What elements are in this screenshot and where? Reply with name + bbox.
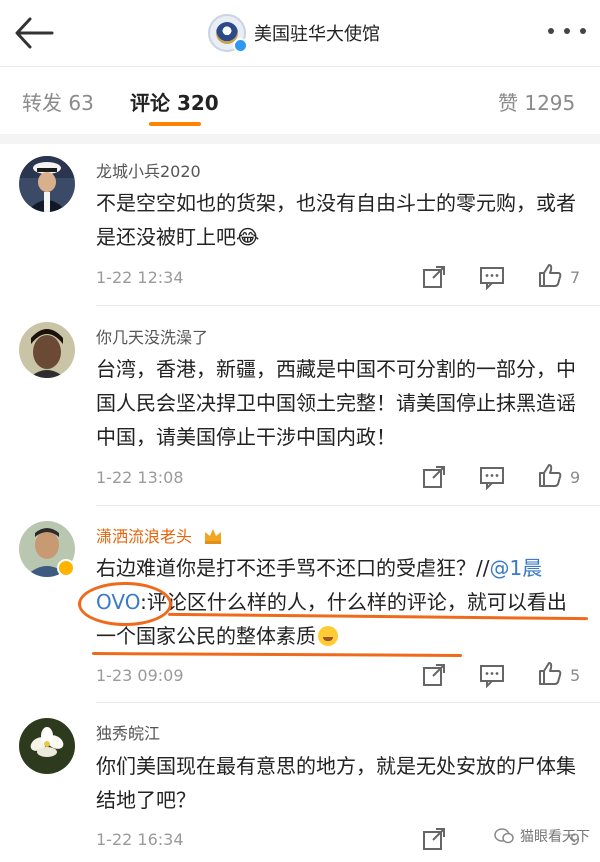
comment-author[interactable]: 独秀皖江 <box>96 720 160 744</box>
wechat-icon <box>494 828 514 844</box>
comment-time: 1-22 16:34 <box>96 830 184 849</box>
comment-author[interactable]: 潇洒流浪老头 <box>96 523 223 547</box>
watermark-text: 猫眼看天下 <box>520 829 590 845</box>
page-title: 美国驻华大使馆 <box>254 24 380 45</box>
annotation-circle <box>78 582 172 626</box>
annotation-underline <box>91 652 463 657</box>
embassy-avatar[interactable] <box>208 14 248 53</box>
comment-time: 1-22 13:08 <box>96 468 184 487</box>
avatar[interactable] <box>19 718 75 774</box>
comment-author[interactable]: 龙城小兵2020 <box>96 158 201 182</box>
arrow-left-icon[interactable] <box>12 14 56 52</box>
crown-icon <box>205 529 222 544</box>
comment-time: 1-22 12:34 <box>96 268 184 287</box>
vip-badge-icon <box>57 559 75 577</box>
page-title-group[interactable]: 美国驻华大使馆 <box>208 12 380 54</box>
tab-comments[interactable]: 评论 320 <box>130 87 219 116</box>
comment-icon[interactable] <box>479 662 505 689</box>
like-icon[interactable] <box>537 462 563 488</box>
comment-time: 1-23 09:09 <box>96 666 184 685</box>
comment-text: 台湾，香港，新疆，西藏是中国不可分割的一部分，中国人民会坚决捍卫中国领土完整！请… <box>96 357 576 449</box>
like-count: 9 <box>570 468 581 487</box>
share-icon[interactable] <box>421 464 447 490</box>
avatar[interactable] <box>19 156 75 212</box>
smile-emoji-icon <box>318 626 338 646</box>
share-icon[interactable] <box>421 826 447 852</box>
comment-text: 不是空空如也的货架，也没有自由斗士的零元购，或者是还没被盯上吧😂 <box>96 191 576 249</box>
tab-reposts[interactable]: 转发 63 <box>22 87 94 116</box>
watermark: 猫眼看天下 <box>494 826 590 846</box>
tab-bar: 转发 63 评论 320 赞 1295 <box>0 67 600 133</box>
comment-divider <box>96 305 600 306</box>
section-gap <box>0 134 600 144</box>
like-count: 5 <box>570 666 581 685</box>
comment-text: 你们美国现在最有意思的地方，就是无处安放的尸体集结地了吧？ <box>96 754 576 812</box>
comment-divider <box>96 702 600 703</box>
like-count: 7 <box>570 268 581 287</box>
comment-icon[interactable] <box>479 464 505 491</box>
share-icon[interactable] <box>421 264 447 290</box>
active-tab-indicator <box>149 122 201 126</box>
top-bar: 美国驻华大使馆 <box>0 0 600 66</box>
comment-icon[interactable] <box>479 264 505 291</box>
comment-text-before: 右边难道你是打不还手骂不还口的受虐狂？// <box>96 556 490 580</box>
like-icon[interactable] <box>537 660 563 686</box>
comment-author[interactable]: 你几天没洗澡了 <box>96 324 208 348</box>
share-icon[interactable] <box>421 662 447 688</box>
avatar[interactable] <box>19 322 75 378</box>
tab-likes[interactable]: 赞 1295 <box>498 87 575 116</box>
comment-author-name: 潇洒流浪老头 <box>96 527 193 546</box>
verified-badge-icon <box>233 38 248 53</box>
like-icon[interactable] <box>537 262 563 288</box>
comment-divider <box>96 505 600 506</box>
more-dots-icon[interactable] <box>548 24 586 38</box>
